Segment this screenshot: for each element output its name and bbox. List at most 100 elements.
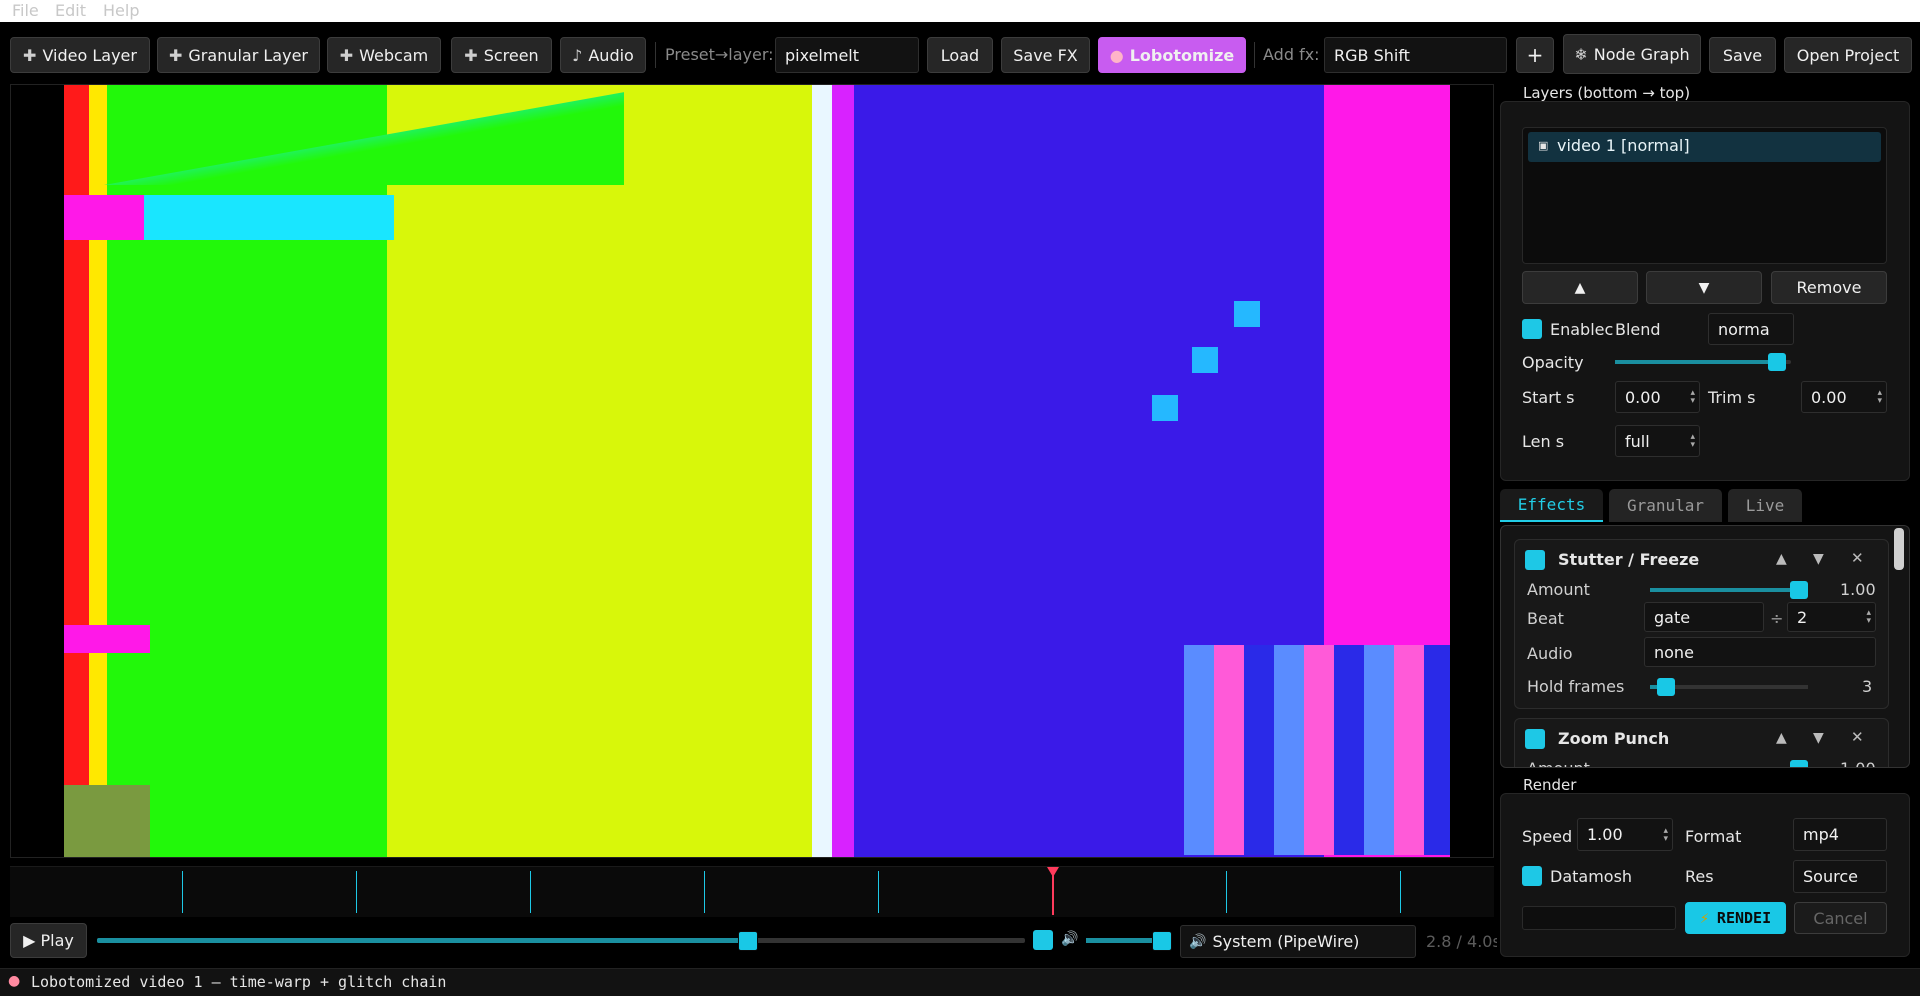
status-text: Lobotomized video 1 — time-warp + glitch… <box>31 973 447 991</box>
start-input[interactable]: 0.00 ▴ ▾ <box>1615 381 1700 413</box>
cancel-render-button[interactable]: Cancel <box>1794 902 1887 934</box>
remove-layer-button[interactable]: Remove <box>1771 271 1887 304</box>
menu-help[interactable]: Help <box>103 1 139 20</box>
spinner-icon[interactable]: ▴ ▾ <box>1866 609 1871 626</box>
node-graph-button[interactable]: ❄ Node Graph <box>1563 34 1701 74</box>
plus-icon: ✚ <box>464 45 478 65</box>
amount-label: Amount <box>1527 759 1590 767</box>
speed-input[interactable]: 1.00 ▴ ▾ <box>1577 818 1673 851</box>
audio-label: Audio <box>1527 644 1573 663</box>
add-fx-select[interactable]: RGB Shift <box>1324 37 1507 73</box>
layer-up-button[interactable]: ▲ <box>1522 271 1638 304</box>
effect-enabled-checkbox[interactable] <box>1525 729 1545 749</box>
spinner-icon[interactable]: ▴ ▾ <box>1663 826 1668 843</box>
amount-thumb[interactable] <box>1790 760 1808 767</box>
effects-scrollbar[interactable] <box>1894 528 1904 570</box>
save-button[interactable]: Save <box>1709 37 1776 73</box>
preset-input[interactable]: pixelmelt <box>775 37 919 73</box>
plus-icon: ✚ <box>23 45 37 65</box>
tab-live[interactable]: Live <box>1728 489 1802 522</box>
webcam-button[interactable]: ✚ Webcam <box>327 37 441 73</box>
volume-slider[interactable] <box>1086 931 1172 951</box>
spinner-icon[interactable]: ▴ ▾ <box>1877 389 1882 406</box>
add-fx-label: Add fx: <box>1263 45 1320 64</box>
audio-device-select[interactable]: 🔊 System (PipeWire) <box>1180 925 1416 958</box>
beat-select[interactable]: gate <box>1644 602 1764 632</box>
save-fx-button[interactable]: Save FX <box>1001 37 1090 73</box>
amount-fill <box>1650 767 1808 768</box>
open-project-button[interactable]: Open Project <box>1784 37 1912 73</box>
move-down-icon[interactable]: ▼ <box>1813 730 1824 746</box>
layer-item-label: video 1 [normal] <box>1557 136 1690 155</box>
beat-label: Beat <box>1527 609 1564 628</box>
close-icon[interactable]: ✕ <box>1851 728 1864 746</box>
spinner-icon[interactable]: ▴ ▾ <box>1690 389 1695 406</box>
spinner-icon[interactable]: ▴ ▾ <box>1690 433 1695 450</box>
video-layer-button[interactable]: ✚ Video Layer <box>10 37 150 73</box>
layer-enabled-checkbox[interactable] <box>1522 319 1542 339</box>
render-button[interactable]: ⚡ RENDEI <box>1685 902 1786 934</box>
time-readout: 2.8 / 4.0s <box>1426 932 1501 951</box>
volume-thumb[interactable] <box>1152 931 1172 951</box>
screen-button[interactable]: ✚ Screen <box>451 37 552 73</box>
opacity-label: Opacity <box>1522 353 1584 372</box>
beat-divisor-input[interactable]: 2 ▴ ▾ <box>1787 602 1876 632</box>
effects-panel: Stutter / Freeze ▲ ▼ ✕ Amount 1.00 Beat … <box>1500 525 1910 768</box>
mute-checkbox[interactable] <box>1033 930 1053 950</box>
layer-item-video-1[interactable]: ▣ video 1 [normal] <box>1528 132 1881 162</box>
granular-layer-button[interactable]: ✚ Granular Layer <box>157 37 320 73</box>
toolbar-divider <box>1254 42 1255 68</box>
menu-edit[interactable]: Edit <box>55 1 86 20</box>
datamosh-checkbox[interactable] <box>1522 866 1542 886</box>
load-button[interactable]: Load <box>927 37 993 73</box>
hold-frames-thumb[interactable] <box>1656 678 1675 696</box>
timeline[interactable] <box>10 866 1494 917</box>
opacity-slider[interactable] <box>1615 353 1791 371</box>
play-button[interactable]: ▶ Play <box>10 923 87 958</box>
video-preview[interactable] <box>10 84 1494 858</box>
move-up-icon[interactable]: ▲ <box>1776 730 1787 746</box>
amount-fill <box>1650 588 1808 592</box>
hold-frames-label: Hold frames <box>1527 677 1625 696</box>
effect-card-zoom-punch: Zoom Punch ▲ ▼ ✕ Amount 1.00 <box>1514 718 1889 768</box>
format-select[interactable]: mp4 <box>1793 818 1887 851</box>
layer-down-button[interactable]: ▼ <box>1646 271 1762 304</box>
beat-marker <box>356 871 357 913</box>
res-select[interactable]: Source <box>1793 860 1887 893</box>
amount-slider[interactable] <box>1650 760 1808 768</box>
amount-slider[interactable] <box>1650 581 1808 599</box>
datamosh-label: Datamosh <box>1550 867 1633 886</box>
tab-granular[interactable]: Granular <box>1609 489 1722 522</box>
tab-effects[interactable]: Effects <box>1500 489 1603 522</box>
beat-marker <box>182 871 183 913</box>
lobotomize-button[interactable]: ● Lobotomize <box>1098 37 1246 73</box>
scrub-slider[interactable] <box>97 931 1025 951</box>
hold-frames-slider[interactable] <box>1650 678 1808 696</box>
render-progress-bar <box>1522 906 1676 930</box>
trim-input[interactable]: 0.00 ▴ ▾ <box>1801 381 1887 413</box>
amount-thumb[interactable] <box>1790 581 1808 599</box>
scrub-fill <box>97 938 747 943</box>
len-label: Len s <box>1522 432 1565 451</box>
scrub-thumb[interactable] <box>737 931 758 951</box>
speaker-icon: 🔊 <box>1061 931 1079 947</box>
move-up-icon[interactable]: ▲ <box>1776 551 1787 567</box>
format-label: Format <box>1685 827 1742 846</box>
audio-select[interactable]: none <box>1644 637 1876 667</box>
video-layer-icon: ▣ <box>1538 139 1549 152</box>
audio-button[interactable]: ♪ Audio <box>560 37 646 73</box>
amount-value: 1.00 <box>1840 759 1876 767</box>
move-down-icon[interactable]: ▼ <box>1813 551 1824 567</box>
playhead-marker-icon <box>1047 867 1059 877</box>
trim-label: Trim s <box>1708 388 1756 407</box>
blend-select[interactable]: norma <box>1708 313 1794 345</box>
brain-icon: ● <box>8 973 21 989</box>
brain-icon: ● <box>1109 45 1124 65</box>
add-fx-button[interactable]: + <box>1516 37 1554 73</box>
opacity-thumb[interactable] <box>1767 353 1786 371</box>
effect-enabled-checkbox[interactable] <box>1525 550 1545 570</box>
status-bar: ● Lobotomized video 1 — time-warp + glit… <box>0 968 1920 996</box>
len-input[interactable]: full ▴ ▾ <box>1615 425 1700 457</box>
close-icon[interactable]: ✕ <box>1851 549 1864 567</box>
menu-file[interactable]: File <box>12 1 39 20</box>
